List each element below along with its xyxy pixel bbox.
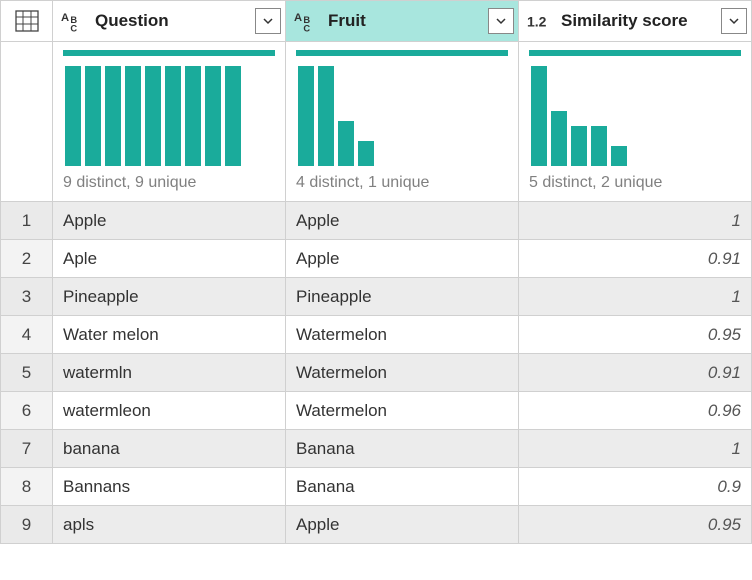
number-type-icon[interactable]: 1.2: [527, 7, 555, 35]
column-stats[interactable]: 9 distinct, 9 unique: [53, 42, 286, 202]
column-stats[interactable]: 5 distinct, 2 unique: [519, 42, 752, 202]
cell-similarity-score[interactable]: 0.96: [519, 392, 752, 430]
profile-bar: [125, 66, 141, 166]
profile-bar: [105, 66, 121, 166]
profile-bar: [225, 66, 241, 166]
column-filter-button[interactable]: [488, 8, 514, 34]
column-stats-text: 9 distinct, 9 unique: [63, 174, 275, 192]
cell-similarity-score[interactable]: 0.95: [519, 316, 752, 354]
cell-fruit[interactable]: Apple: [286, 202, 519, 240]
profile-chart: [529, 66, 741, 166]
table-icon: [13, 7, 41, 35]
data-table: A B C Question A B C Fruit 1.2 Similarit…: [0, 0, 752, 544]
cell-question[interactable]: watermleon: [53, 392, 286, 430]
column-title: Question: [89, 11, 255, 31]
cell-question[interactable]: banana: [53, 430, 286, 468]
cell-fruit[interactable]: Watermelon: [286, 392, 519, 430]
row-number[interactable]: 9: [1, 506, 53, 544]
cell-question[interactable]: Water melon: [53, 316, 286, 354]
chevron-down-icon: [495, 15, 507, 27]
column-title: Similarity score: [555, 11, 721, 31]
chevron-down-icon: [728, 15, 740, 27]
svg-text:C: C: [70, 23, 77, 33]
column-filter-button[interactable]: [255, 8, 281, 34]
profile-bar: [611, 146, 627, 166]
cell-fruit[interactable]: Apple: [286, 240, 519, 278]
cell-question[interactable]: Aple: [53, 240, 286, 278]
svg-text:A: A: [61, 12, 69, 24]
cell-fruit[interactable]: Pineapple: [286, 278, 519, 316]
row-number[interactable]: 5: [1, 354, 53, 392]
cell-fruit[interactable]: Banana: [286, 468, 519, 506]
profile-bar: [165, 66, 181, 166]
profile-bar: [318, 66, 334, 166]
profile-bar: [591, 126, 607, 166]
row-number[interactable]: 7: [1, 430, 53, 468]
table-row[interactable]: 3PineapplePineapple1: [1, 278, 752, 316]
quality-bar: [296, 50, 508, 56]
profile-chart: [63, 66, 275, 166]
table-row[interactable]: 5watermlnWatermelon0.91: [1, 354, 752, 392]
cell-question[interactable]: Bannans: [53, 468, 286, 506]
profile-bar: [205, 66, 221, 166]
column-header[interactable]: A B C Fruit: [286, 1, 519, 42]
column-filter-button[interactable]: [721, 8, 747, 34]
profile-bar: [551, 111, 567, 166]
cell-similarity-score[interactable]: 0.91: [519, 354, 752, 392]
profile-bar: [298, 66, 314, 166]
cell-question[interactable]: Apple: [53, 202, 286, 240]
cell-fruit[interactable]: Watermelon: [286, 316, 519, 354]
profile-bar: [338, 121, 354, 166]
quality-bar: [529, 50, 741, 56]
text-type-icon[interactable]: A B C: [294, 7, 322, 35]
column-header[interactable]: A B C Question: [53, 1, 286, 42]
cell-fruit[interactable]: Watermelon: [286, 354, 519, 392]
row-number[interactable]: 3: [1, 278, 53, 316]
table-row[interactable]: 7bananaBanana1: [1, 430, 752, 468]
cell-similarity-score[interactable]: 0.9: [519, 468, 752, 506]
table-row[interactable]: 8BannansBanana0.9: [1, 468, 752, 506]
cell-fruit[interactable]: Apple: [286, 506, 519, 544]
table-row[interactable]: 6watermleonWatermelon0.96: [1, 392, 752, 430]
column-stats[interactable]: 4 distinct, 1 unique: [286, 42, 519, 202]
column-stats-text: 4 distinct, 1 unique: [296, 174, 508, 192]
table-row[interactable]: 1AppleApple1: [1, 202, 752, 240]
row-number[interactable]: 4: [1, 316, 53, 354]
cell-similarity-score[interactable]: 1: [519, 278, 752, 316]
text-type-icon[interactable]: A B C: [61, 7, 89, 35]
svg-text:1.2: 1.2: [527, 14, 547, 30]
profile-bar: [85, 66, 101, 166]
cell-fruit[interactable]: Banana: [286, 430, 519, 468]
cell-similarity-score[interactable]: 1: [519, 430, 752, 468]
cell-question[interactable]: Pineapple: [53, 278, 286, 316]
cell-question[interactable]: watermln: [53, 354, 286, 392]
svg-text:A: A: [294, 12, 302, 24]
column-stats-text: 5 distinct, 2 unique: [529, 174, 741, 192]
row-number[interactable]: 2: [1, 240, 53, 278]
stats-gutter: [1, 42, 53, 202]
profile-bar: [571, 126, 587, 166]
chevron-down-icon: [262, 15, 274, 27]
profile-bar: [358, 141, 374, 166]
row-number[interactable]: 6: [1, 392, 53, 430]
table-row[interactable]: 4Water melonWatermelon0.95: [1, 316, 752, 354]
profile-bar: [531, 66, 547, 166]
profile-chart: [296, 66, 508, 166]
cell-question[interactable]: apls: [53, 506, 286, 544]
column-title: Fruit: [322, 11, 488, 31]
table-row[interactable]: 2ApleApple0.91: [1, 240, 752, 278]
quality-bar: [63, 50, 275, 56]
column-header[interactable]: 1.2 Similarity score: [519, 1, 752, 42]
row-number[interactable]: 8: [1, 468, 53, 506]
table-corner[interactable]: [1, 1, 53, 42]
row-number[interactable]: 1: [1, 202, 53, 240]
svg-text:C: C: [303, 23, 310, 33]
profile-bar: [185, 66, 201, 166]
profile-bar: [145, 66, 161, 166]
cell-similarity-score[interactable]: 1: [519, 202, 752, 240]
cell-similarity-score[interactable]: 0.91: [519, 240, 752, 278]
cell-similarity-score[interactable]: 0.95: [519, 506, 752, 544]
table-row[interactable]: 9aplsApple0.95: [1, 506, 752, 544]
profile-bar: [65, 66, 81, 166]
